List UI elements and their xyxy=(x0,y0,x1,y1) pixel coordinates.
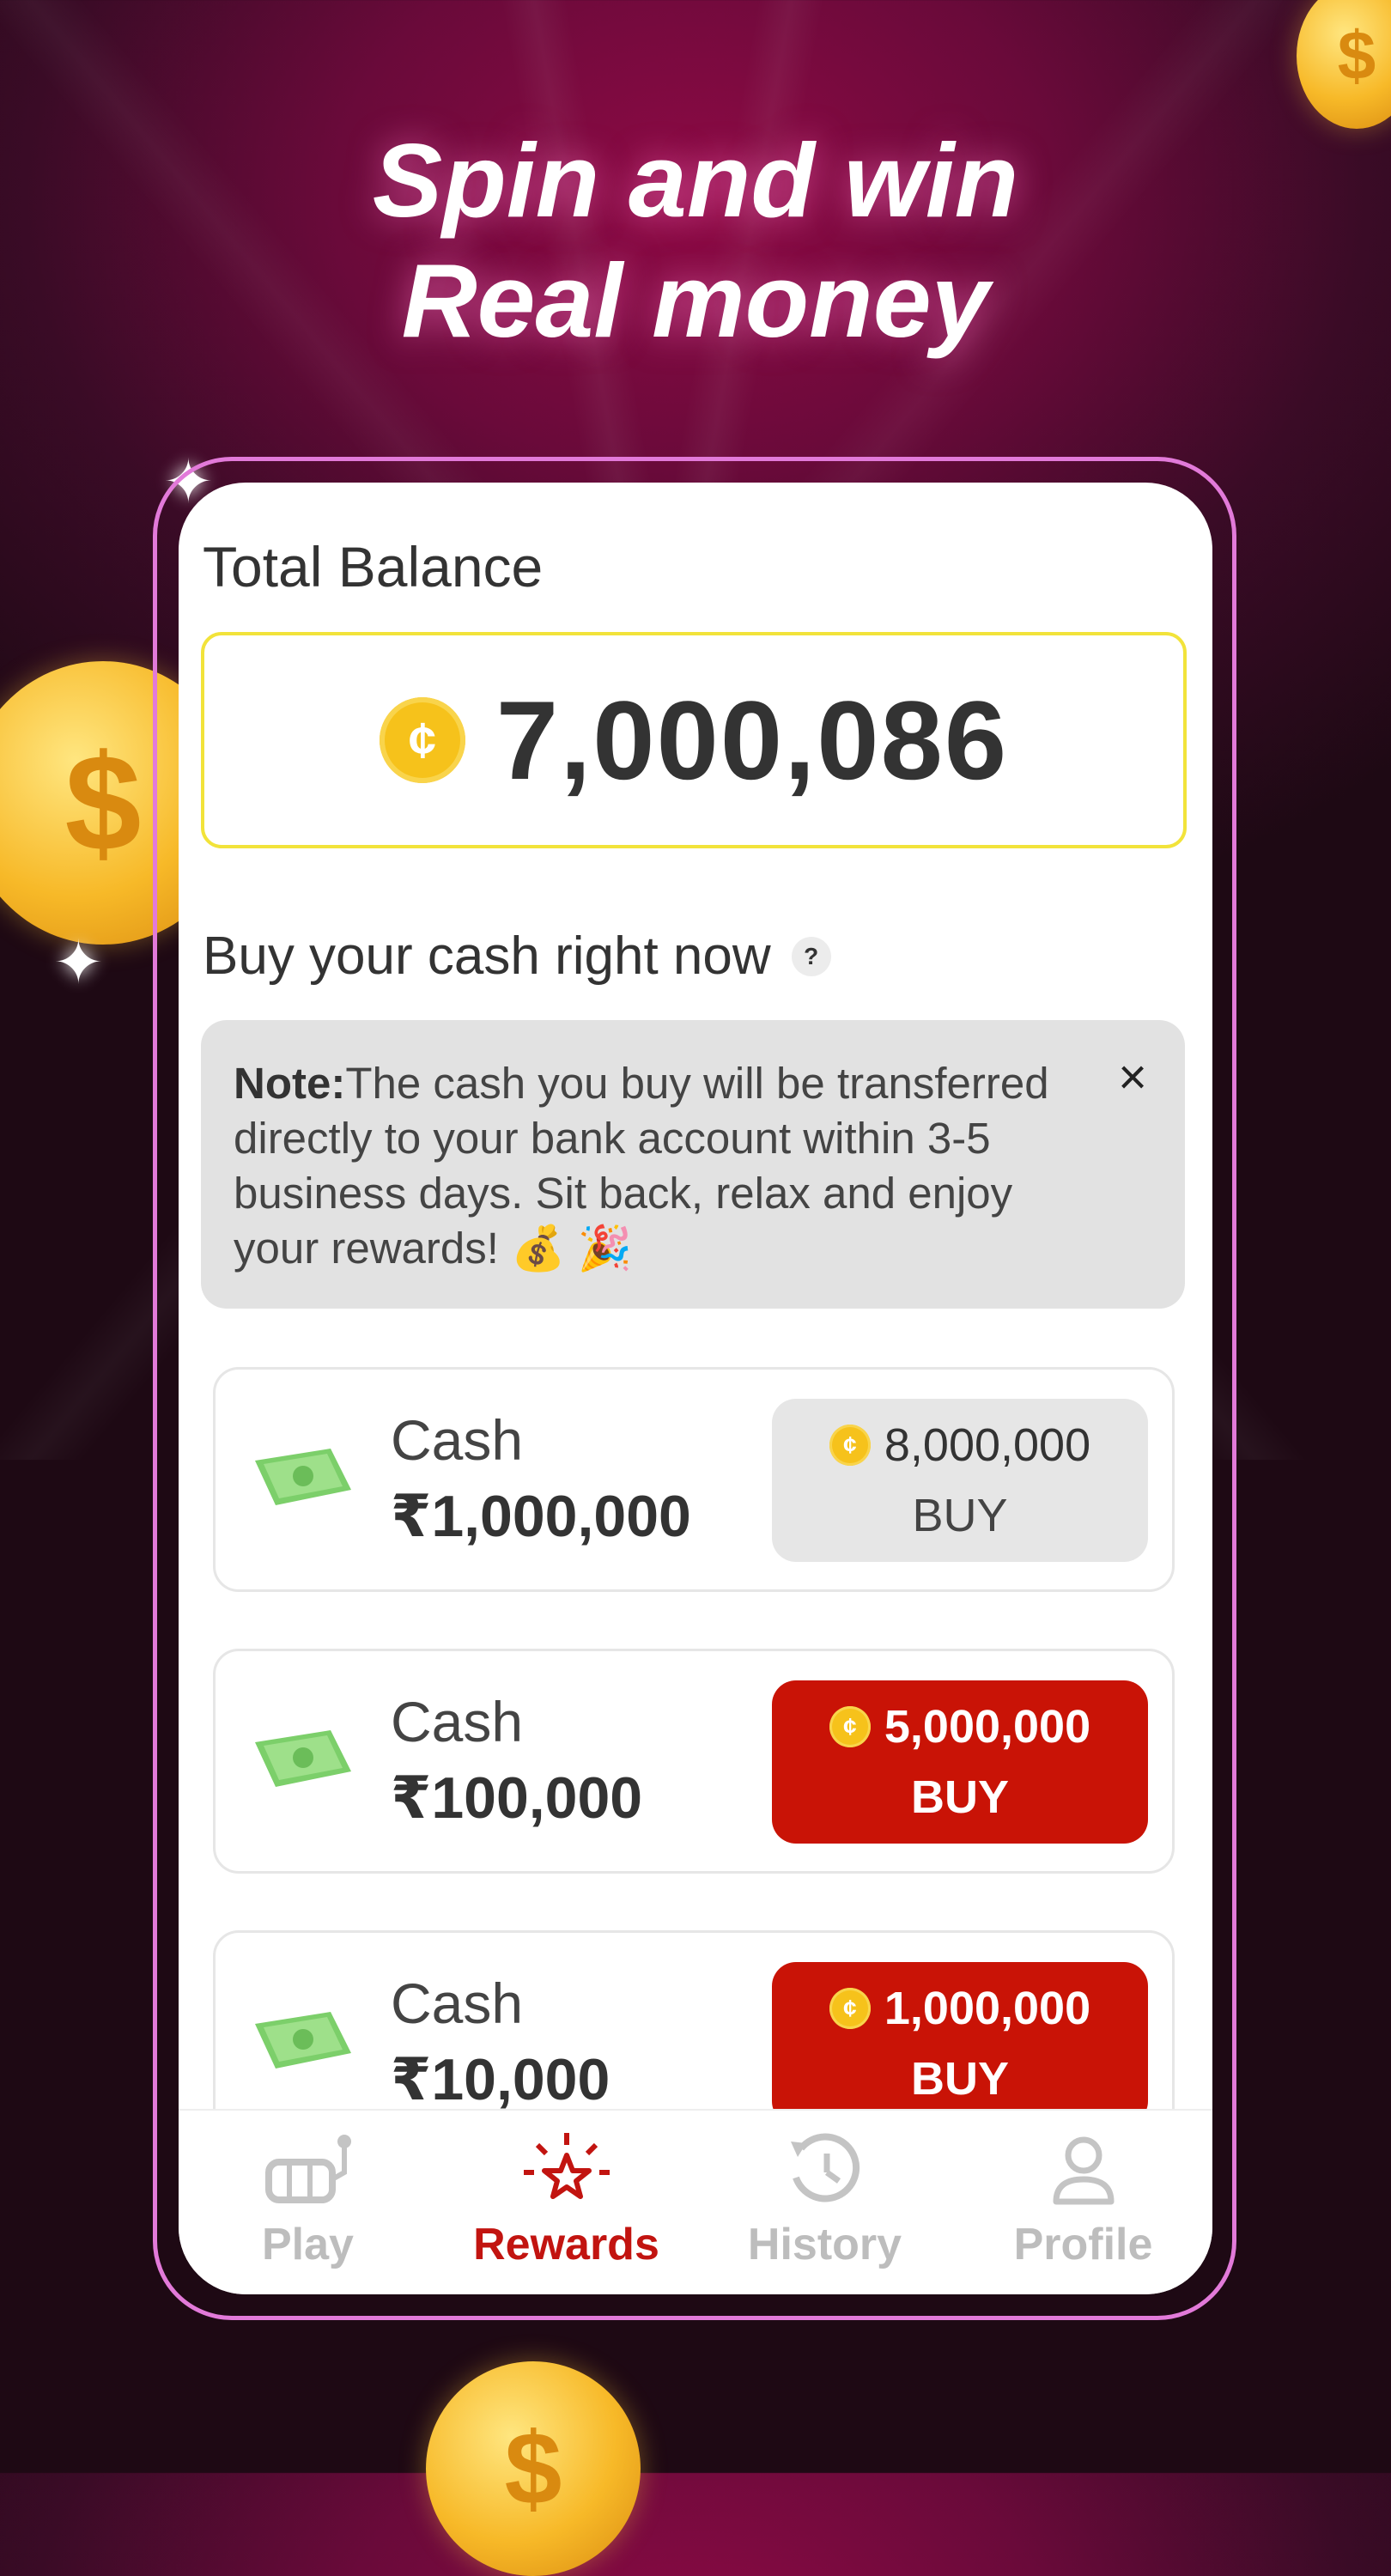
coin-icon: ¢ xyxy=(379,697,465,783)
coin-icon: ¢ xyxy=(829,1425,871,1466)
coin-icon: ¢ xyxy=(829,1988,871,2029)
balance-value: 7,000,086 xyxy=(495,677,1009,803)
floating-coin-decoration: $ xyxy=(426,2361,641,2576)
coin-icon: ¢ xyxy=(829,1706,871,1747)
history-clock-icon xyxy=(790,2133,860,2202)
cash-amount: ₹1,000,000 xyxy=(391,1484,691,1549)
cash-bill-icon xyxy=(255,1449,351,1505)
note-text: The cash you buy will be transferred dir… xyxy=(234,1059,1049,1273)
tab-history-label: History xyxy=(747,2220,902,2269)
help-icon[interactable]: ? xyxy=(791,936,831,976)
buy-button-label: BUY xyxy=(912,1490,1008,1541)
tab-rewards[interactable]: Rewards xyxy=(437,2111,696,2294)
cash-label: Cash xyxy=(391,1408,524,1472)
star-burst-icon xyxy=(523,2133,610,2199)
close-icon[interactable]: × xyxy=(1118,1053,1147,1103)
tab-play-label: Play xyxy=(262,2220,354,2269)
promo-headline: Spin and win Real money xyxy=(0,120,1391,361)
headline-line-2: Real money xyxy=(401,242,990,359)
cash-amount: ₹100,000 xyxy=(391,1765,643,1831)
cash-label: Cash xyxy=(391,1690,524,1753)
cash-bill-icon xyxy=(255,1730,351,1787)
buy-button-label: BUY xyxy=(910,1771,1009,1823)
price-value: 1,000,000 xyxy=(884,1983,1091,2034)
sparkle-icon: ✦ xyxy=(53,929,104,996)
app-screen: Total Balance ¢ 7,000,086 Buy your cash … xyxy=(179,483,1212,2294)
buy-cash-heading: Buy your cash right now ? xyxy=(203,926,831,987)
total-balance-label: Total Balance xyxy=(203,535,544,598)
price-value: 5,000,000 xyxy=(884,1701,1091,1753)
price-value: 8,000,000 xyxy=(884,1419,1091,1471)
tab-play[interactable]: Play xyxy=(179,2111,437,2294)
cash-bill-icon xyxy=(255,2012,351,2069)
headline-line-1: Spin and win xyxy=(372,122,1019,239)
buy-price: ¢ 1,000,000 xyxy=(829,1982,1090,2035)
cash-label: Cash xyxy=(391,1971,524,2035)
balance-display: ¢ 7,000,086 xyxy=(201,632,1187,848)
slot-machine-icon xyxy=(264,2135,351,2203)
note-banner: Note:The cash you buy will be transferre… xyxy=(201,1020,1185,1309)
user-icon xyxy=(1053,2136,1114,2205)
tab-profile[interactable]: Profile xyxy=(954,2111,1212,2294)
cash-item-card: Cash ₹1,000,000 ¢ 8,000,000 BUY xyxy=(213,1367,1175,1592)
buy-price: ¢ 5,000,000 xyxy=(829,1700,1090,1753)
note-label: Note: xyxy=(234,1059,346,1108)
bottom-tab-bar: Play Rewards History Profile xyxy=(179,2109,1212,2294)
cash-item-card: Cash ₹100,000 ¢ 5,000,000 BUY xyxy=(213,1649,1175,1874)
buy-button-label: BUY xyxy=(910,2053,1009,2105)
buy-button[interactable]: ¢ 8,000,000 BUY xyxy=(772,1399,1148,1562)
buy-cash-title: Buy your cash right now xyxy=(203,927,771,986)
tab-rewards-label: Rewards xyxy=(473,2220,659,2269)
buy-price: ¢ 8,000,000 xyxy=(829,1419,1090,1472)
cash-amount: ₹10,000 xyxy=(391,2047,610,2112)
tab-profile-label: Profile xyxy=(1013,2220,1153,2269)
tab-history[interactable]: History xyxy=(696,2111,954,2294)
buy-button[interactable]: ¢ 5,000,000 BUY xyxy=(772,1680,1148,1844)
buy-button[interactable]: ¢ 1,000,000 BUY xyxy=(772,1962,1148,2125)
floating-coin-decoration: $ xyxy=(1297,0,1391,129)
